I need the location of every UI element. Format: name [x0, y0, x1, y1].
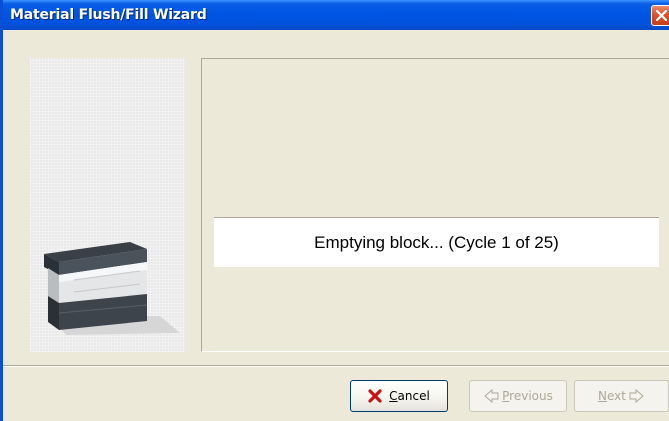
next-button[interactable]: Next: [574, 380, 669, 412]
instrument-icon: [44, 242, 180, 335]
red-x-icon: [368, 389, 382, 403]
previous-button[interactable]: Previous: [469, 380, 567, 412]
forward-arrow-icon: [629, 389, 644, 403]
cancel-label: Cancel: [389, 389, 430, 403]
window-title: Material Flush/Fill Wizard: [10, 7, 207, 23]
cancel-button[interactable]: Cancel: [350, 380, 448, 412]
title-bar[interactable]: Material Flush/Fill Wizard: [3, 0, 669, 30]
dialog-body: Emptying block... (Cycle 1 of 25) Cancel…: [3, 30, 669, 421]
status-message: Emptying block... (Cycle 1 of 25): [214, 217, 659, 267]
instrument-image-panel: [30, 58, 185, 352]
back-arrow-icon: [484, 389, 499, 403]
wizard-window: Material Flush/Fill Wizard Emptying bloc…: [0, 0, 669, 421]
next-label: Next: [598, 389, 626, 403]
footer-divider: [3, 365, 669, 367]
close-icon: [656, 10, 667, 21]
previous-label: Previous: [502, 389, 553, 403]
close-button[interactable]: [651, 5, 669, 26]
content-panel: Emptying block... (Cycle 1 of 25): [201, 58, 669, 352]
